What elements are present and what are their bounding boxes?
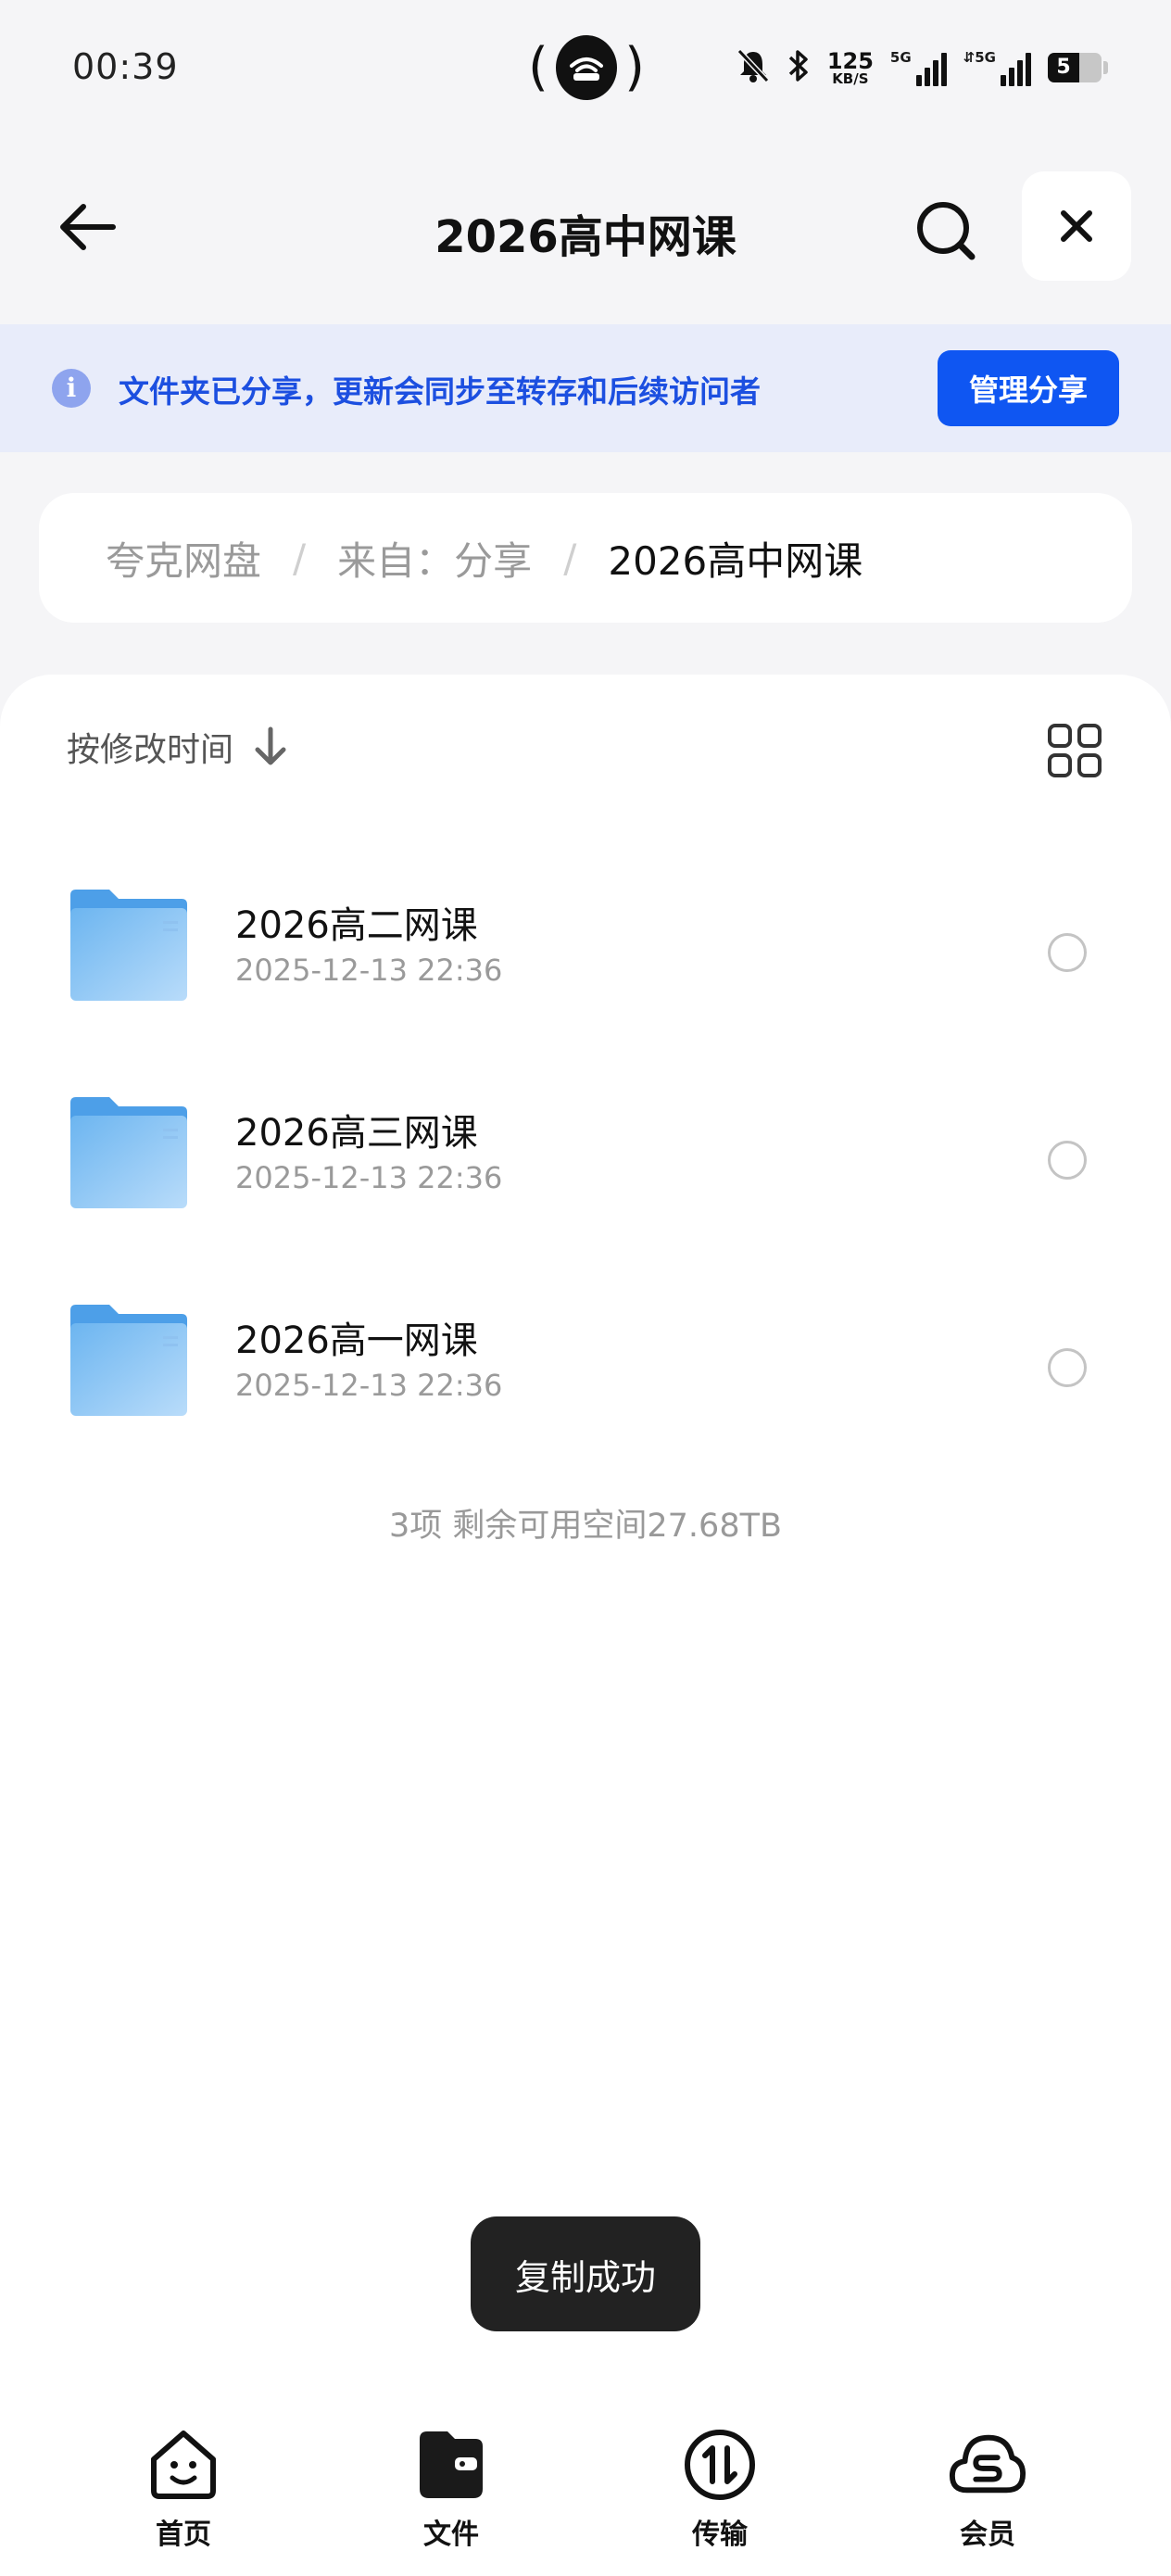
sort-button[interactable]: 按修改时间 — [67, 719, 289, 775]
bluetooth-icon — [787, 47, 811, 88]
page-title: 2026高中网课 — [434, 211, 737, 263]
home-smile-icon — [145, 2426, 222, 2504]
nav-label-home: 首页 — [156, 2519, 211, 2551]
nav-label-membership: 会员 — [960, 2519, 1015, 2551]
nav-label-files: 文件 — [423, 2519, 479, 2551]
storage-summary: 3项 剩余可用空间27.68TB — [389, 1508, 782, 1545]
breadcrumb-separator: / — [563, 535, 577, 581]
file-name: 2026高一网课 — [235, 1320, 478, 1362]
share-notice-banner: i 文件夹已分享，更新会同步至转存和后续访问者 管理分享 — [0, 324, 1171, 452]
sort-label: 按修改时间 — [67, 731, 234, 769]
list-item[interactable]: 2026高一网课 2025-12-13 22:36 — [0, 1238, 1171, 1446]
file-date: 2025-12-13 22:36 — [235, 1368, 503, 1403]
manage-share-button[interactable]: 管理分享 — [938, 350, 1119, 426]
status-time: 00:39 — [72, 46, 179, 87]
nav-item-home[interactable]: 首页 — [100, 2426, 267, 2565]
file-list-panel: 按修改时间 2026高二网课 2025-12-13 22:36 2026高三网课… — [0, 675, 1171, 2417]
file-date: 2025-12-13 22:36 — [235, 1160, 503, 1195]
close-icon — [1061, 210, 1092, 242]
nav-item-files[interactable]: 文件 — [368, 2426, 535, 2565]
transfer-icon — [681, 2426, 759, 2504]
select-checkbox[interactable] — [1048, 1348, 1087, 1387]
nav-label-transfer: 传输 — [692, 2519, 748, 2551]
select-checkbox[interactable] — [1048, 933, 1087, 972]
close-button[interactable] — [1022, 171, 1131, 281]
grid-icon — [1048, 724, 1102, 777]
network-speed: 125 KB/S — [826, 47, 874, 87]
file-name: 2026高三网课 — [235, 1112, 478, 1155]
nav-item-membership[interactable]: 会员 — [904, 2426, 1071, 2565]
folder-icon — [70, 890, 187, 1001]
file-date: 2025-12-13 22:36 — [235, 953, 503, 988]
nav-item-transfer[interactable]: 传输 — [636, 2426, 803, 2565]
breadcrumb-separator: / — [293, 535, 307, 581]
signal-icon-sim1: 5G — [890, 49, 947, 86]
bottom-nav: 首页 文件 传输 会员 — [0, 2417, 1171, 2576]
select-checkbox[interactable] — [1048, 1141, 1087, 1180]
status-icons: 125 KB/S 5G ⇵5G 5 — [737, 43, 1108, 93]
cloud-s-icon — [949, 2426, 1026, 2504]
wallet-folder-icon — [412, 2426, 490, 2504]
copy-success-toast: 复制成功 — [471, 2216, 700, 2331]
hotspot-icon — [555, 35, 618, 100]
signal-icon-sim2: ⇵5G — [963, 49, 1031, 86]
breadcrumb: 夸克网盘 / 来自：分享 / 2026高中网课 — [39, 493, 1132, 623]
grid-view-button[interactable] — [1043, 719, 1106, 782]
arrow-down-icon — [255, 726, 286, 765]
breadcrumb-item-shared[interactable]: 来自：分享 — [337, 530, 532, 587]
list-item[interactable]: 2026高二网课 2025-12-13 22:36 — [0, 823, 1171, 1030]
list-item[interactable]: 2026高三网课 2025-12-13 22:36 — [0, 1030, 1171, 1238]
search-icon — [917, 202, 976, 260]
file-name: 2026高二网课 — [235, 904, 478, 947]
breadcrumb-current: 2026高中网课 — [608, 537, 863, 584]
search-button[interactable] — [908, 193, 984, 269]
breadcrumb-item-root[interactable]: 夸克网盘 — [106, 530, 261, 587]
battery-icon: 5 — [1048, 53, 1108, 82]
share-notice-text: 文件夹已分享，更新会同步至转存和后续访问者 — [119, 373, 761, 410]
hotspot-indicator: ( ) — [528, 33, 645, 102]
top-nav-bar: 2026高中网课 — [0, 167, 1171, 287]
info-icon: i — [52, 369, 91, 408]
status-bar: 00:39 ( ) 125 KB/S 5G ⇵5G 5 — [0, 0, 1171, 139]
bell-muted-icon — [737, 48, 770, 87]
folder-icon — [70, 1305, 187, 1416]
folder-icon — [70, 1097, 187, 1208]
